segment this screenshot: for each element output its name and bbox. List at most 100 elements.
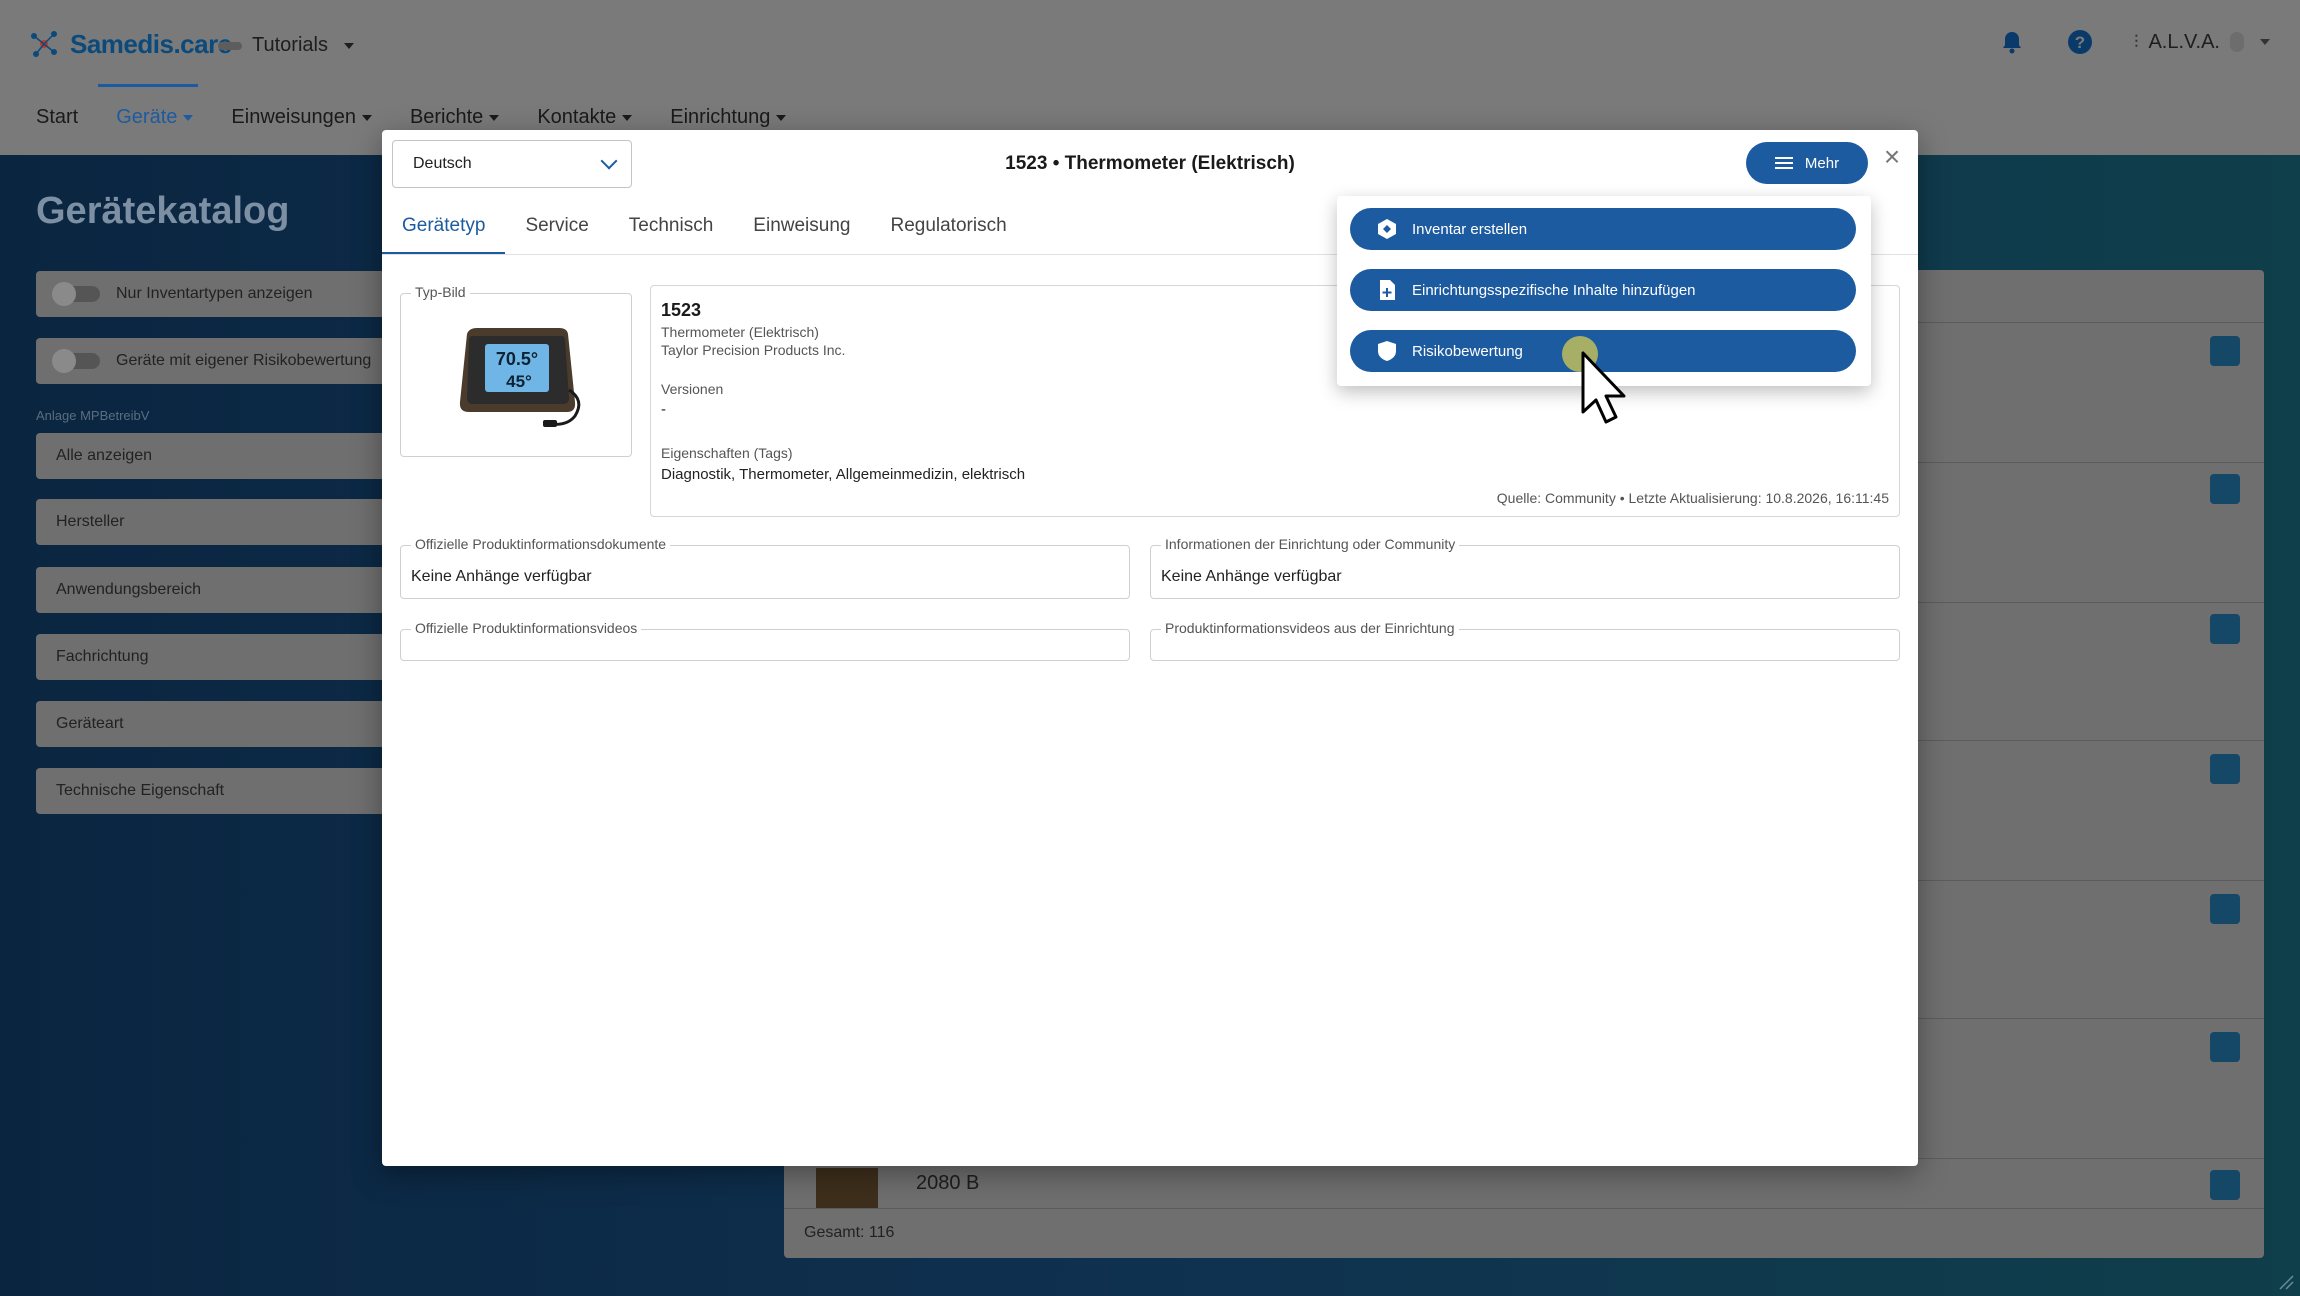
toggle-own-risk[interactable]: Geräte mit eigener Risikobewertung	[36, 338, 386, 384]
tab-technisch[interactable]: Technisch	[609, 210, 734, 254]
official-videos-box: Offizielle Produktinformationsvideos	[400, 620, 1130, 661]
app-logo[interactable]: Samedis.care	[26, 26, 232, 62]
nav-einrichtung[interactable]: Einrichtung	[670, 106, 787, 129]
nav-einweisungen[interactable]: Einweisungen	[231, 106, 372, 129]
toggle-inventory-types[interactable]: Nur Inventartypen anzeigen	[36, 271, 386, 317]
menu-icon	[1774, 157, 1793, 169]
tab-einweisung[interactable]: Einweisung	[733, 210, 870, 254]
display-top: 70.5°	[496, 349, 538, 369]
dialog-tabs: Gerätetyp Service Technisch Einweisung R…	[382, 210, 1027, 254]
more-button-label: Mehr	[1804, 154, 1840, 172]
nav-geraete-label: Geräte	[116, 106, 178, 128]
tags-value: Diagnostik, Thermometer, Allgemeinmedizi…	[661, 466, 1026, 483]
mouse-cursor-icon	[1581, 351, 1626, 424]
menu-item-label: Inventar erstellen	[1412, 220, 1528, 238]
logo-text: Samedis.care	[70, 28, 232, 59]
nav-einrichtung-label: Einrichtung	[670, 106, 771, 128]
help-icon[interactable]: ?	[2066, 28, 2094, 56]
shield-icon	[1376, 340, 1398, 362]
facility-docs-value: Keine Anhänge verfügbar	[1161, 568, 1342, 585]
nav-geraete[interactable]: Geräte	[116, 106, 194, 129]
tab-regulatorisch[interactable]: Regulatorisch	[870, 210, 1026, 254]
network-icon[interactable]	[2210, 1032, 2240, 1062]
file-add-icon	[1376, 279, 1398, 301]
tenant-logo-icon	[218, 41, 242, 50]
facility-docs-box: Informationen der Einrichtung oder Commu…	[1150, 536, 1900, 599]
tags-label: Eigenschaften (Tags)	[661, 445, 793, 461]
nav-active-underline	[98, 84, 198, 87]
toggle-label: Geräte mit eigener Risikobewertung	[116, 352, 372, 369]
tab-service[interactable]: Service	[505, 210, 608, 254]
device-type: Thermometer (Elektrisch)	[661, 324, 819, 340]
display-bottom: 45°	[506, 372, 532, 391]
filter-technical-property[interactable]: Technische Eigenschaft	[36, 768, 386, 814]
svg-text:?: ?	[2075, 33, 2085, 52]
caret-down-icon	[2260, 39, 2270, 45]
filter-manufacturer[interactable]: Hersteller	[36, 499, 386, 545]
toggle-switch[interactable]	[52, 282, 100, 306]
user-icon: ⫶	[2133, 31, 2139, 52]
facility-videos-box: Produktinformationsvideos aus der Einric…	[1150, 620, 1900, 661]
list-total: Gesamt: 116	[804, 1224, 895, 1241]
filter-application-area[interactable]: Anwendungsbereich	[36, 567, 386, 613]
menu-item-add-facility-content[interactable]: Einrichtungsspezifische Inhalte hinzufüg…	[1350, 269, 1856, 311]
filter-device-kind[interactable]: Geräteart	[36, 701, 386, 747]
filter-specialty[interactable]: Fachrichtung	[36, 634, 386, 680]
official-docs-value: Keine Anhänge verfügbar	[411, 568, 592, 585]
caret-down-icon	[622, 114, 633, 121]
versions-value: -	[661, 401, 666, 418]
toggle-label: Nur Inventartypen anzeigen	[116, 285, 313, 302]
thermometer-device-image[interactable]: 70.5° 45°	[447, 320, 587, 430]
more-button[interactable]: Mehr	[1746, 142, 1868, 184]
type-image-box: Typ-Bild 70.5° 45°	[400, 284, 632, 457]
menu-item-label: Einrichtungsspezifische Inhalte hinzufüg…	[1412, 281, 1696, 299]
resize-handle-icon[interactable]	[2276, 1272, 2294, 1290]
source-info: Quelle: Community • Letzte Aktualisierun…	[1496, 490, 1889, 506]
dialog-title: 1523 • Thermometer (Elektrisch)	[1005, 153, 1295, 174]
network-icon[interactable]	[2210, 754, 2240, 784]
caret-down-icon	[183, 114, 194, 121]
list-divider	[784, 1208, 2264, 1209]
tenant-selector[interactable]: Tutorials	[218, 34, 354, 57]
network-icon[interactable]	[2210, 336, 2240, 366]
caret-down-icon	[361, 114, 372, 121]
network-icon[interactable]	[2210, 894, 2240, 924]
network-icon[interactable]	[2210, 474, 2240, 504]
device-id: 1523	[661, 300, 702, 320]
nav-berichte[interactable]: Berichte	[409, 106, 500, 129]
device-thumbnail[interactable]	[816, 1168, 878, 1208]
official-videos-label: Offizielle Produktinformationsvideos	[411, 620, 642, 636]
filter-caption: Anlage MPBetreibV	[36, 408, 150, 423]
caret-down-icon	[489, 114, 500, 121]
nav-berichte-label: Berichte	[409, 106, 484, 128]
facility-videos-label: Produktinformationsvideos aus der Einric…	[1161, 620, 1459, 636]
device-manufacturer: Taylor Precision Products Inc.	[661, 342, 846, 358]
menu-item-label: Risikobewertung	[1412, 342, 1523, 360]
inventory-icon	[1376, 218, 1398, 240]
list-item-name[interactable]: 2080 B	[916, 1172, 979, 1195]
nav-start[interactable]: Start	[36, 106, 78, 129]
official-docs-box: Offizielle Produktinformationsdokumente …	[400, 536, 1130, 599]
caret-down-icon	[343, 42, 354, 49]
tenant-name: Tutorials	[252, 34, 328, 56]
official-docs-label: Offizielle Produktinformationsdokumente	[411, 536, 671, 552]
network-icon[interactable]	[2210, 1170, 2240, 1200]
user-menu[interactable]: ⫶ A.L.V.A.	[2134, 31, 2270, 54]
nav-kontakte-label: Kontakte	[537, 106, 617, 128]
menu-item-create-inventory[interactable]: Inventar erstellen	[1350, 208, 1856, 250]
user-name: A.L.V.A.	[2148, 30, 2220, 53]
logo-icon	[31, 31, 57, 57]
tab-geraetetyp[interactable]: Gerätetyp	[382, 210, 506, 254]
versions-label: Versionen	[661, 381, 724, 397]
close-icon[interactable]: ×	[1879, 143, 1905, 171]
nav-kontakte[interactable]: Kontakte	[537, 106, 633, 129]
facility-docs-label: Informationen der Einrichtung oder Commu…	[1161, 536, 1460, 552]
page-title: Gerätekatalog	[36, 190, 290, 232]
network-icon[interactable]	[2210, 614, 2240, 644]
notifications-bell-icon[interactable]	[1998, 28, 2026, 56]
avatar	[2230, 32, 2244, 52]
toggle-switch[interactable]	[52, 349, 100, 373]
nav-einweisungen-label: Einweisungen	[231, 106, 356, 128]
filter-all[interactable]: Alle anzeigen	[36, 433, 386, 479]
main-nav: Start Geräte Einweisungen Berichte Konta…	[36, 106, 824, 129]
